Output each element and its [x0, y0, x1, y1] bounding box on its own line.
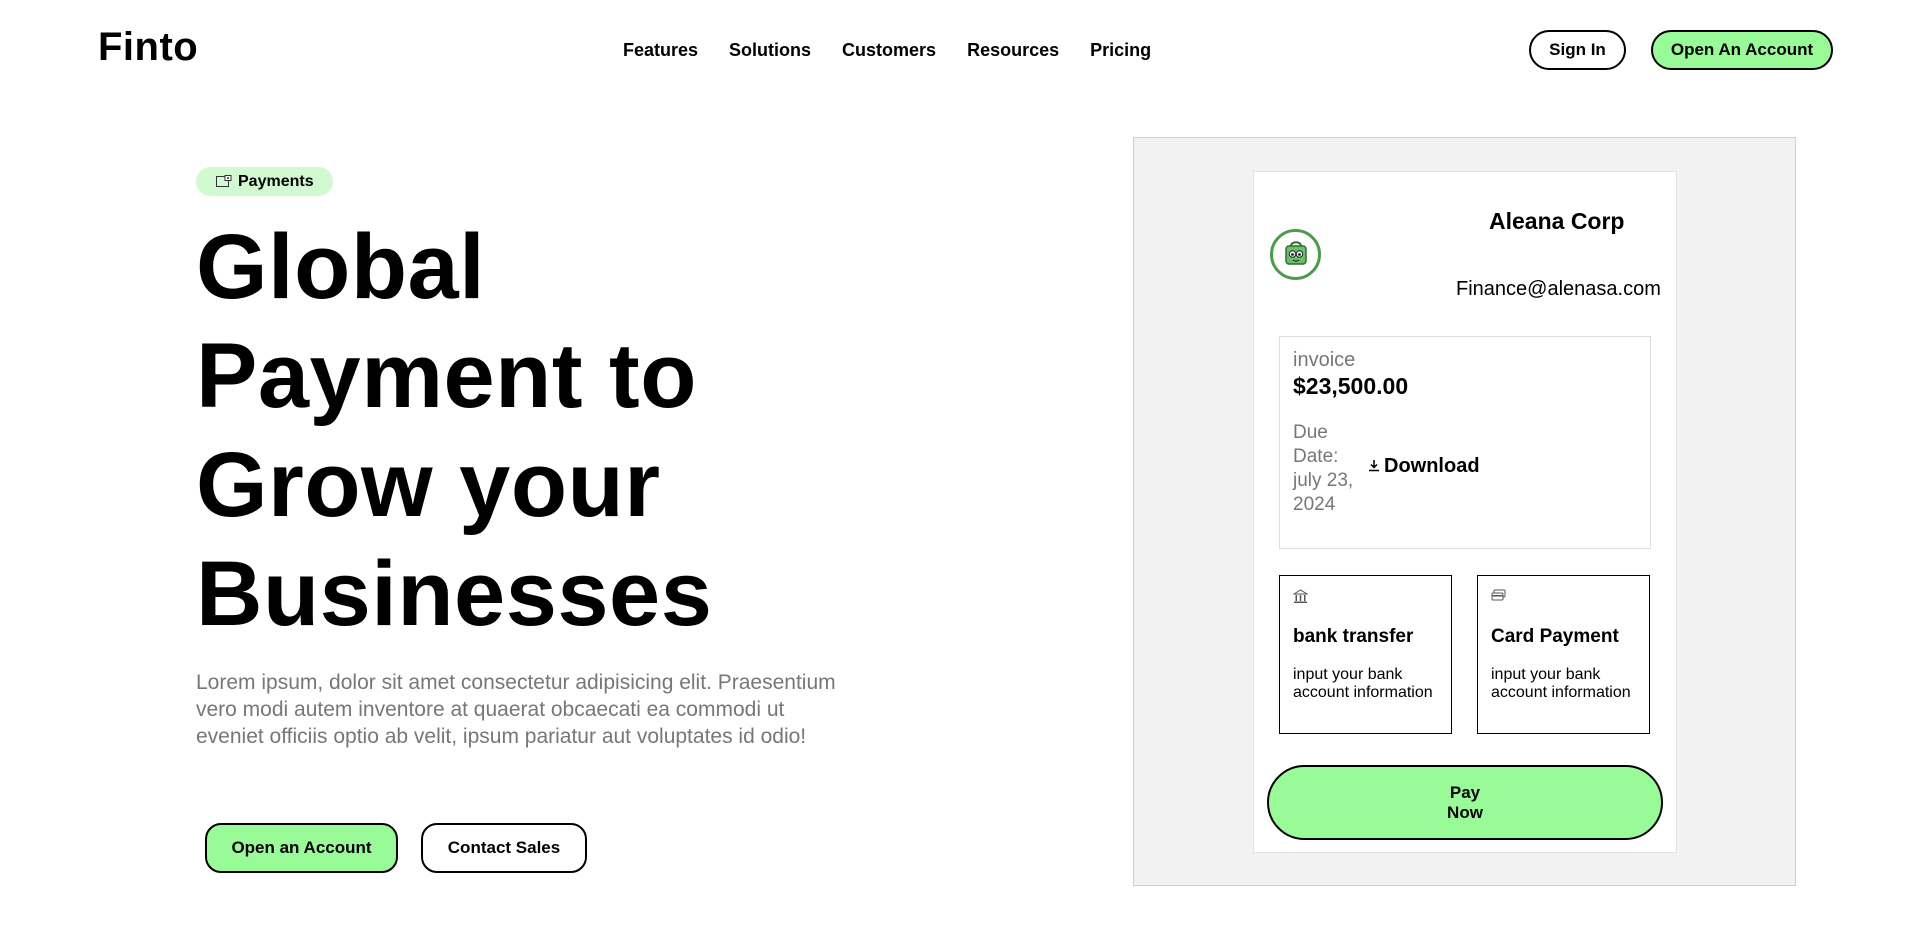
nav-item-features[interactable]: Features [623, 40, 698, 61]
nav-item-resources[interactable]: Resources [967, 40, 1059, 61]
bank-transfer-title: bank transfer [1293, 626, 1414, 647]
payments-badge: Payments [196, 167, 333, 196]
pay-now-button[interactable]: Pay Now [1267, 765, 1663, 840]
shopping-bag-icon [1281, 237, 1311, 272]
contact-sales-button[interactable]: Contact Sales [421, 823, 587, 873]
hero-title-line: Global [196, 216, 486, 318]
payments-icon [216, 175, 232, 188]
invoice-label: invoice [1293, 349, 1356, 371]
due-date: Due Date: july 23, 2024 [1293, 422, 1354, 515]
download-button[interactable]: Download [1368, 455, 1480, 478]
sign-in-button[interactable]: Sign In [1529, 30, 1626, 70]
open-account-button[interactable]: Open an Account [205, 823, 398, 873]
open-account-header-button[interactable]: Open An Account [1651, 30, 1833, 70]
bank-transfer-description: input your bank account information [1293, 666, 1433, 701]
payments-badge-label: Payments [238, 172, 314, 190]
bank-transfer-option[interactable]: bank transfer input your bank account in… [1279, 575, 1452, 734]
pay-now-label: Pay Now [1447, 782, 1483, 822]
nav-item-pricing[interactable]: Pricing [1090, 40, 1151, 61]
bank-icon [1292, 589, 1309, 609]
card-payment-option[interactable]: Card Payment input your bank account inf… [1477, 575, 1650, 734]
invoice-amount: $23,500.00 [1293, 373, 1409, 399]
hero-description: Lorem ipsum, dolor sit amet consectetur … [196, 671, 836, 748]
main-nav: Features Solutions Customers Resources P… [623, 40, 1182, 61]
card-payment-description: input your bank account information [1491, 666, 1631, 701]
nav-item-solutions[interactable]: Solutions [729, 40, 811, 61]
brand-logo[interactable]: Finto [98, 25, 198, 70]
hero-title-line: Payment to [196, 325, 697, 427]
card-payment-title: Card Payment [1491, 626, 1619, 647]
hero-title: Global Payment to Grow your Businesses [196, 213, 896, 649]
site-header: Finto Features Solutions Customers Resou… [0, 0, 1920, 100]
download-icon [1368, 455, 1380, 478]
download-label: Download [1384, 455, 1480, 477]
company-avatar [1270, 229, 1321, 280]
company-email: Finance@alenasa.com [1456, 278, 1661, 300]
nav-item-customers[interactable]: Customers [842, 40, 936, 61]
hero-title-line: Businesses [196, 543, 713, 645]
company-name: Aleana Corp [1489, 208, 1625, 234]
hero-title-line: Grow your [196, 434, 661, 536]
credit-card-icon [1491, 589, 1506, 607]
